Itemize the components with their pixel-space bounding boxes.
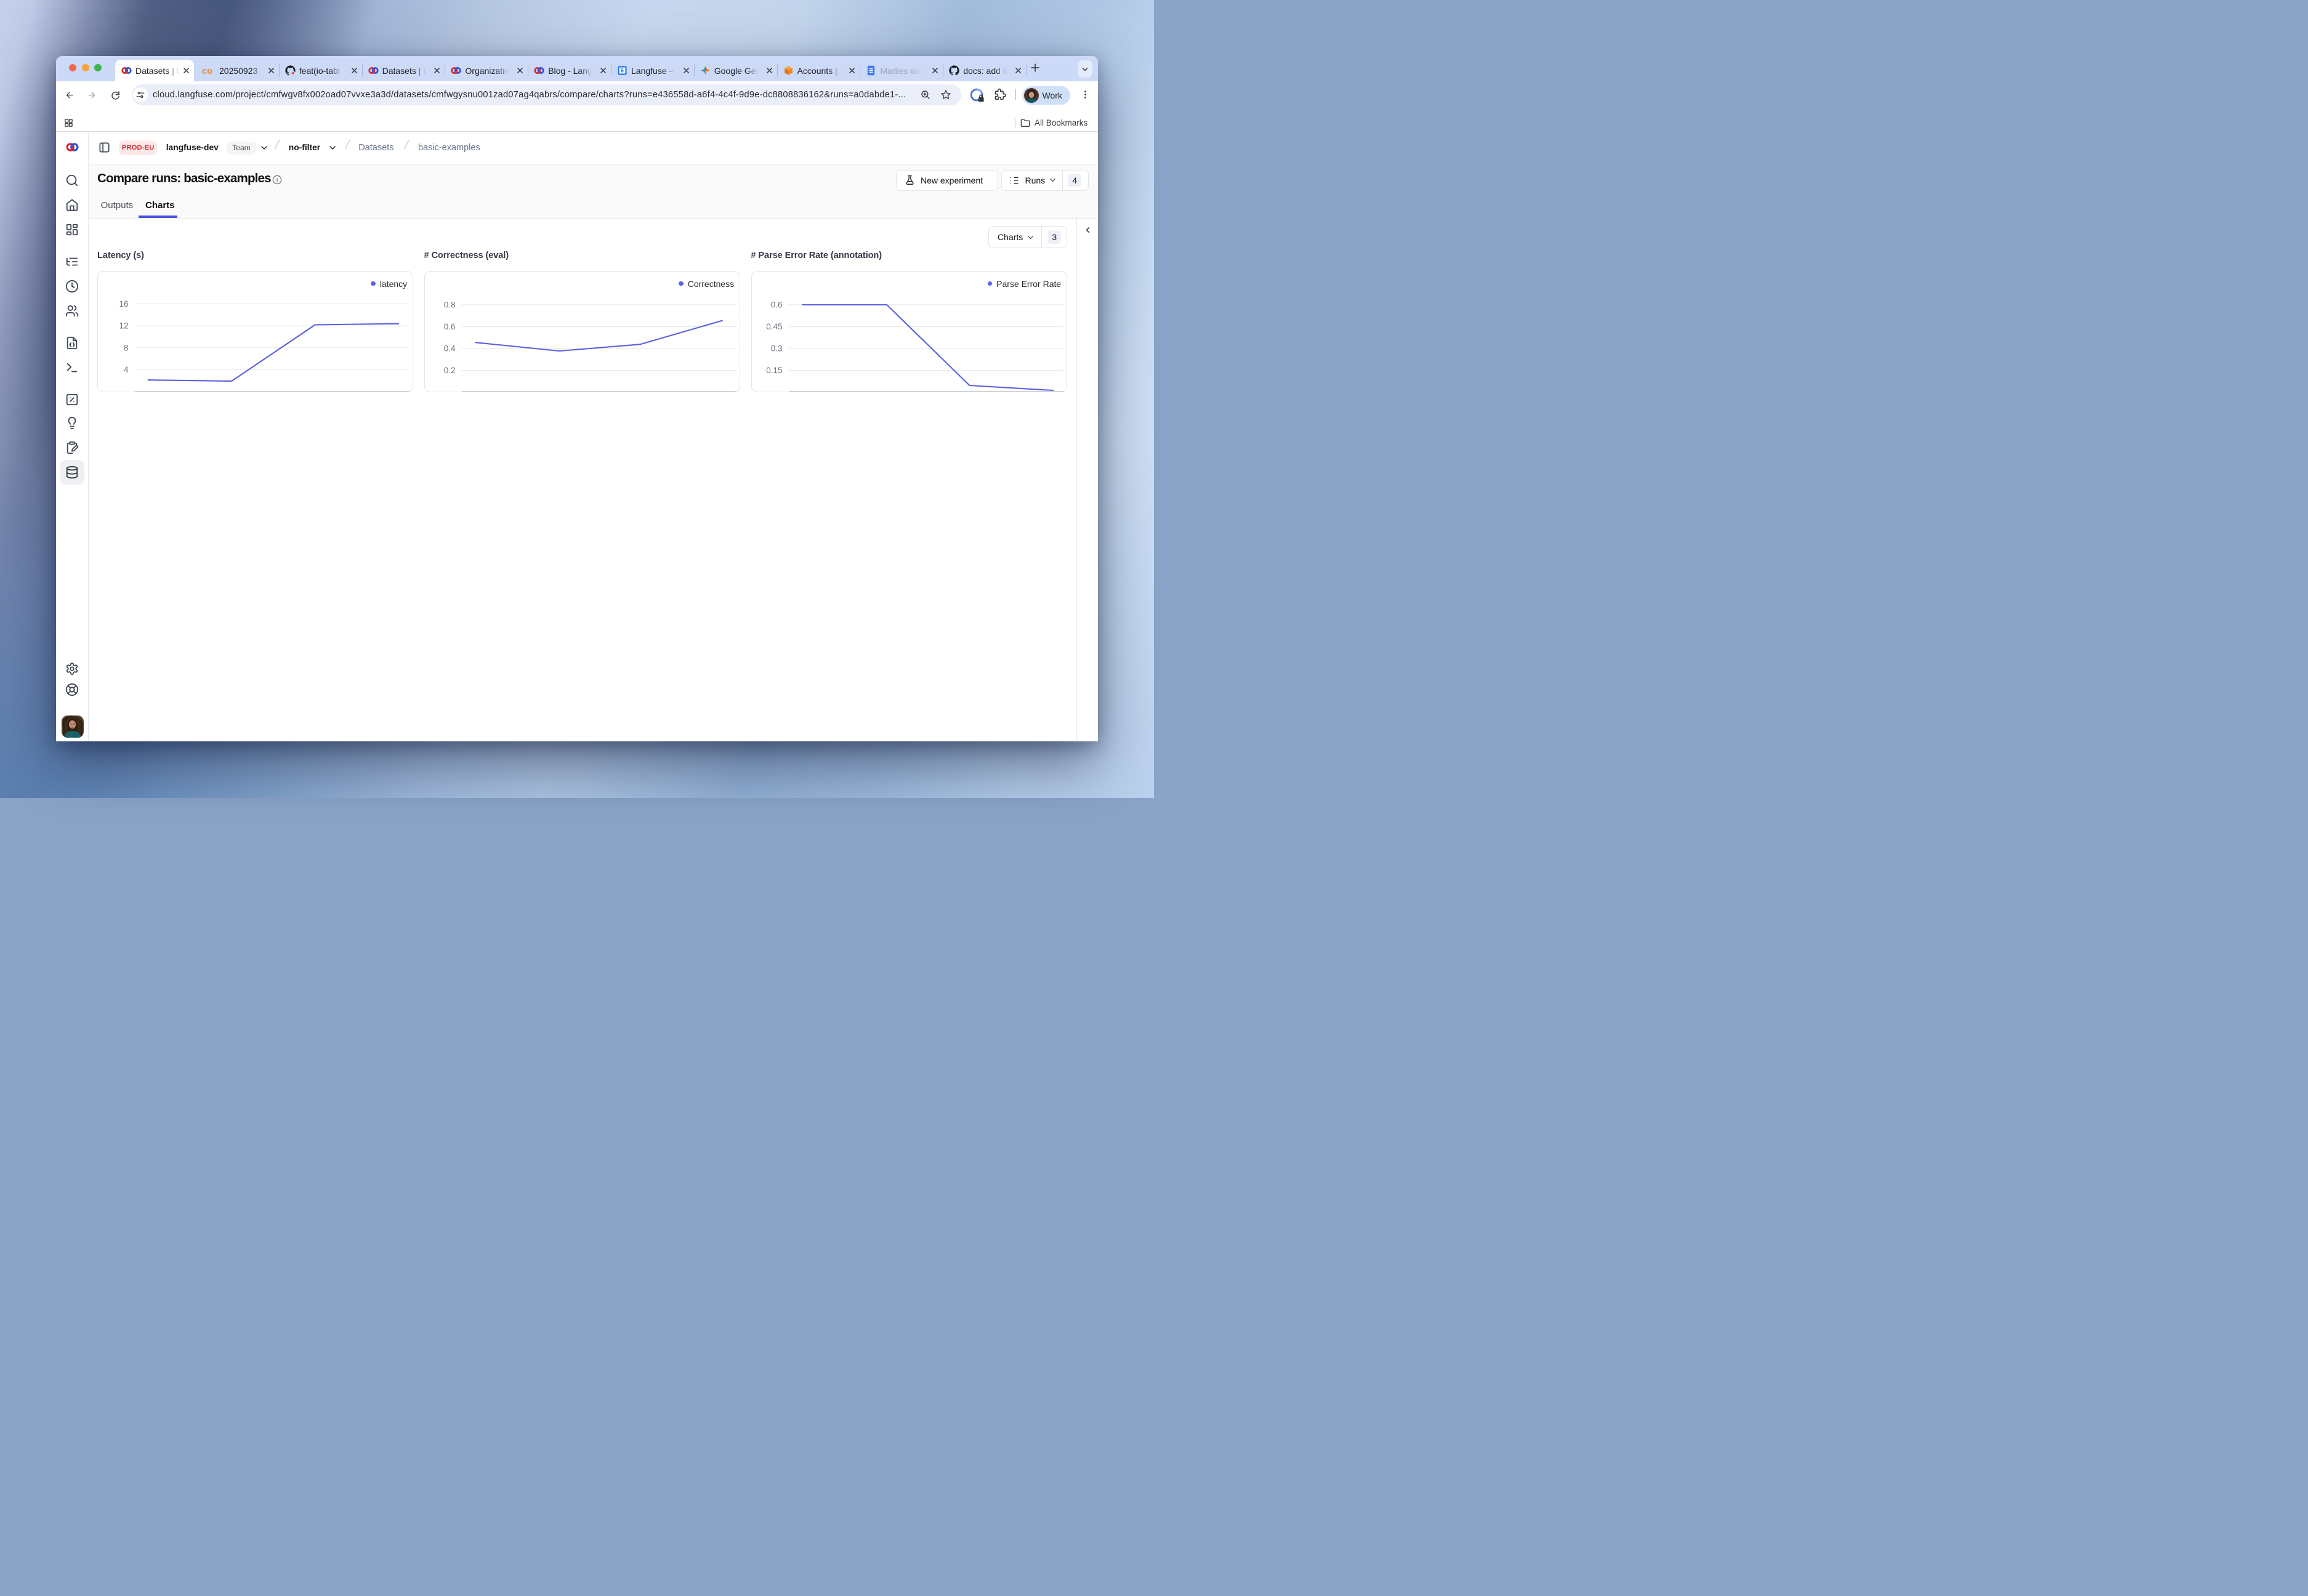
svg-text:0.3: 0.3 <box>771 344 783 353</box>
svg-text:6: 6 <box>621 68 624 74</box>
svg-text:16: 16 <box>119 299 129 308</box>
svg-text:8: 8 <box>124 343 129 352</box>
svg-text:co: co <box>202 66 212 76</box>
svg-text:4: 4 <box>124 365 129 374</box>
svg-text:0.15: 0.15 <box>767 365 783 374</box>
svg-text:0.8: 0.8 <box>444 300 456 309</box>
svg-text:0.6: 0.6 <box>444 321 456 331</box>
svg-text:0.6: 0.6 <box>771 300 783 309</box>
svg-text:0.2: 0.2 <box>444 365 456 374</box>
svg-text:0.45: 0.45 <box>767 321 783 331</box>
svg-text:12: 12 <box>119 321 129 330</box>
svg-text:0.4: 0.4 <box>444 344 456 353</box>
